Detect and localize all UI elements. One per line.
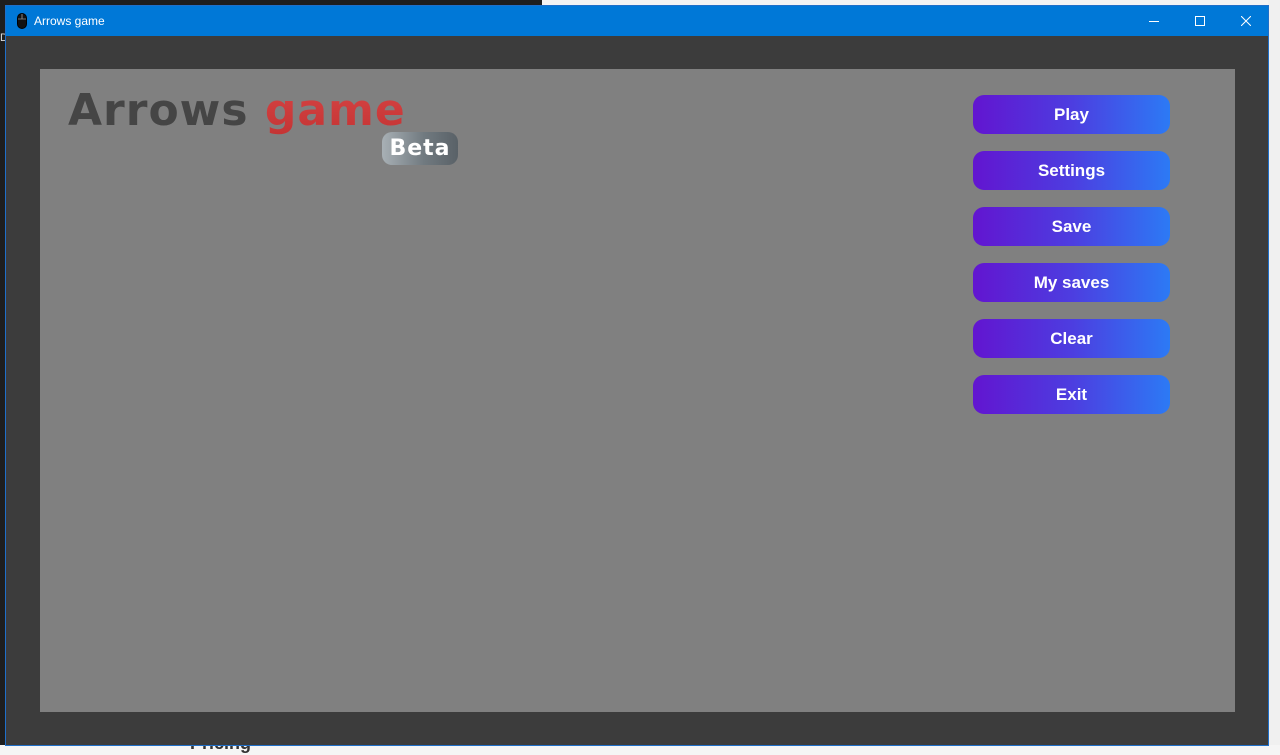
exit-button[interactable]: Exit [973, 375, 1170, 414]
settings-button[interactable]: Settings [973, 151, 1170, 190]
window-title: Arrows game [34, 14, 105, 28]
close-icon [1241, 16, 1251, 26]
beta-badge: Beta [382, 132, 458, 165]
close-button[interactable] [1223, 6, 1269, 36]
logo-word-arrows: Arrows [68, 85, 249, 136]
minimize-icon [1149, 21, 1159, 22]
my-saves-button[interactable]: My saves [973, 263, 1170, 302]
window-titlebar[interactable]: Arrows game [6, 6, 1268, 36]
game-canvas[interactable]: Arrows game Beta Play Settings Save My s… [40, 69, 1235, 712]
arrows-game-window: Arrows game Arrows game Beta Play Settin… [6, 6, 1268, 745]
logo-word-game: game [264, 85, 406, 136]
save-button[interactable]: Save [973, 207, 1170, 246]
desktop: Pricing D Arrows game [0, 0, 1280, 755]
game-logo: Arrows game [68, 85, 406, 136]
background-app-right [1268, 0, 1280, 755]
play-button[interactable]: Play [973, 95, 1170, 134]
clear-button[interactable]: Clear [973, 319, 1170, 358]
minimize-button[interactable] [1131, 6, 1177, 36]
main-menu: Play Settings Save My saves Clear Exit [973, 95, 1170, 431]
maximize-icon [1195, 16, 1205, 26]
maximize-button[interactable] [1177, 6, 1223, 36]
mouse-icon [17, 13, 27, 29]
